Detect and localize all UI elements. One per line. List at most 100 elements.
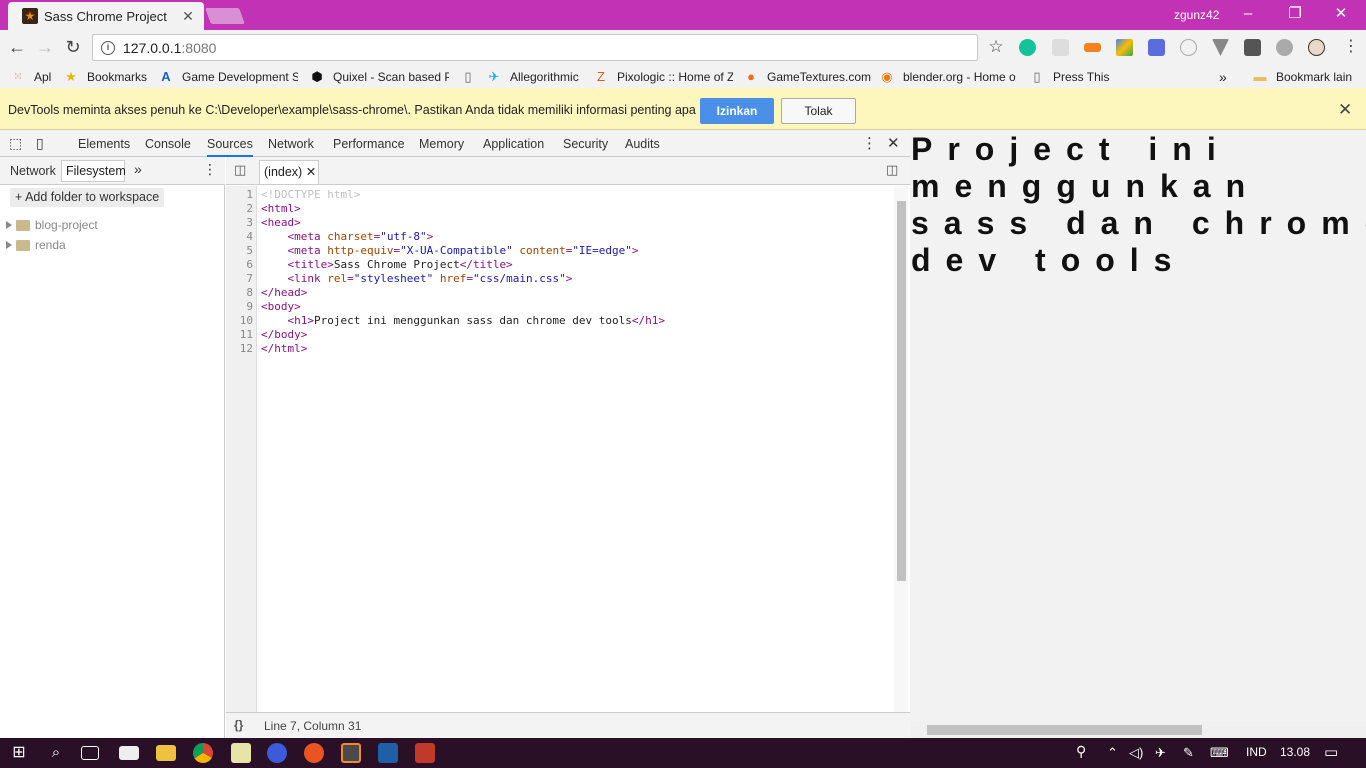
- menu-icon[interactable]: ⋮: [1340, 36, 1362, 58]
- more-tabs-icon[interactable]: »: [134, 161, 142, 177]
- grammarly-icon[interactable]: [1019, 39, 1036, 56]
- extension-icon[interactable]: [1084, 43, 1101, 52]
- folder-item[interactable]: blog-project: [6, 217, 98, 233]
- bookmark-item[interactable]: Z Pixologic :: Home of Z: [593, 68, 733, 86]
- windows-start-icon[interactable]: ⊞: [9, 743, 29, 763]
- bookmark-item[interactable]: ⬢ Quixel - Scan based P: [309, 68, 449, 86]
- more-bookmarks-icon[interactable]: »: [1219, 68, 1235, 86]
- extension-icon[interactable]: [1212, 39, 1229, 56]
- extension-icon[interactable]: [1180, 39, 1197, 56]
- expand-arrow-icon: [6, 221, 12, 229]
- close-infobar-icon[interactable]: ✕: [1338, 100, 1352, 120]
- network-icon[interactable]: ✈: [1155, 745, 1166, 761]
- new-tab-button[interactable]: [205, 8, 245, 24]
- code-line: <body>: [261, 300, 301, 313]
- back-icon[interactable]: ←: [6, 36, 28, 58]
- allow-button[interactable]: Izinkan: [700, 98, 774, 124]
- navigator-tab-bar: Network Filesystem » ⋮: [0, 157, 225, 185]
- tab-sources[interactable]: Sources: [207, 137, 253, 157]
- add-folder-button[interactable]: + Add folder to workspace: [10, 188, 165, 207]
- folder-item[interactable]: renda: [6, 237, 66, 253]
- volume-icon[interactable]: ◁): [1129, 745, 1143, 761]
- line-number: 4: [246, 230, 253, 243]
- tab-performance[interactable]: Performance: [333, 137, 405, 151]
- powershell-icon[interactable]: [378, 743, 398, 763]
- language-indicator[interactable]: IND: [1246, 745, 1267, 759]
- extension-icon[interactable]: [1052, 39, 1069, 56]
- tab-application[interactable]: Application: [483, 137, 544, 151]
- search-icon[interactable]: ⌕: [46, 743, 66, 763]
- profile-name[interactable]: zgunz42: [1174, 8, 1219, 22]
- code-line: <link rel="stylesheet" href="css/main.cs…: [287, 272, 573, 285]
- code-line: </html>: [261, 342, 308, 355]
- bookmark-item[interactable]: A Game Development S: [158, 68, 298, 86]
- extension-icon[interactable]: [1148, 39, 1165, 56]
- notifications-icon[interactable]: ▭: [1324, 743, 1338, 761]
- navigator-menu-icon[interactable]: ⋮: [203, 161, 217, 178]
- close-file-icon[interactable]: ✕: [306, 165, 316, 179]
- navigator-tab-network[interactable]: Network: [10, 164, 56, 178]
- scrollbar-thumb[interactable]: [897, 201, 906, 581]
- bookmark-item[interactable]: ● GameTextures.com: [743, 68, 871, 86]
- bookmark-star-icon[interactable]: ☆: [985, 36, 1007, 58]
- file-explorer-icon[interactable]: [156, 745, 176, 761]
- tray-expand-icon[interactable]: ⌃: [1107, 745, 1118, 761]
- bookmark-folder[interactable]: ▬ Bookmark lain: [1252, 68, 1362, 86]
- allegorithmic-icon: ✈: [488, 69, 500, 84]
- bookmark-item[interactable]: ◉ blender.org - Home o: [879, 68, 1019, 86]
- bookmark-item[interactable]: ▯ Press This: [1029, 68, 1139, 86]
- deny-button[interactable]: Tolak: [781, 98, 856, 124]
- address-bar[interactable]: i 127.0.0.1:8080: [92, 34, 978, 61]
- browser-tab[interactable]: ★ Sass Chrome Project ✕: [8, 2, 204, 30]
- toggle-debugger-icon[interactable]: ◫: [886, 162, 898, 178]
- tab-console[interactable]: Console: [145, 137, 191, 151]
- extension-icon[interactable]: [1244, 39, 1261, 56]
- keyboard-icon[interactable]: ⌨: [1210, 745, 1229, 761]
- navigator-tab-filesystem[interactable]: Filesystem: [61, 160, 126, 182]
- minimize-icon[interactable]: –: [1236, 4, 1260, 24]
- bookmark-item[interactable]: ⁙ Apl: [10, 68, 58, 86]
- sublime-text-icon[interactable]: [341, 743, 361, 763]
- scrollbar-thumb[interactable]: [927, 725, 1202, 735]
- bookmark-item[interactable]: ★ Bookmarks: [63, 68, 149, 86]
- reload-icon[interactable]: ↻: [62, 36, 84, 58]
- line-number: 8: [246, 286, 253, 299]
- extension-icon[interactable]: [1276, 39, 1293, 56]
- bookmark-item[interactable]: ▯: [460, 68, 480, 86]
- code-area[interactable]: <!DOCTYPE html> <html> <head> <meta char…: [261, 188, 665, 356]
- plus-icon: +: [15, 190, 26, 204]
- bookmark-item[interactable]: ✈ Allegorithmic: [486, 68, 586, 86]
- close-window-icon[interactable]: ✕: [1329, 4, 1353, 24]
- tab-elements[interactable]: Elements: [78, 137, 130, 151]
- forward-icon[interactable]: →: [34, 36, 56, 58]
- tab-security[interactable]: Security: [563, 137, 608, 151]
- site-info-icon[interactable]: i: [101, 40, 115, 55]
- close-devtools-icon[interactable]: ✕: [887, 134, 900, 152]
- devtools-menu-icon[interactable]: ⋮: [862, 134, 877, 152]
- device-toolbar-icon[interactable]: ▯: [36, 135, 44, 152]
- extension-icon[interactable]: [1308, 39, 1325, 56]
- tab-close-icon[interactable]: ✕: [178, 8, 198, 25]
- restore-icon[interactable]: ❐: [1283, 4, 1307, 24]
- viewport-scrollbar[interactable]: [911, 721, 1366, 738]
- app-icon[interactable]: [415, 743, 435, 763]
- source-editor: ◫ (index) ✕ ◫ 1 2 3 4 5 6 7 8 9 10 11 12…: [226, 157, 910, 738]
- tab-memory[interactable]: Memory: [419, 137, 464, 151]
- inspect-element-icon[interactable]: ⬚: [9, 135, 22, 152]
- mail-icon[interactable]: [119, 746, 139, 760]
- tab-network[interactable]: Network: [268, 137, 314, 151]
- pretty-print-icon[interactable]: {}: [234, 718, 243, 732]
- pen-icon[interactable]: ✎: [1183, 745, 1194, 761]
- file-tab[interactable]: (index) ✕: [259, 160, 319, 184]
- notepad-icon[interactable]: [231, 743, 251, 763]
- people-icon[interactable]: ⚲: [1076, 743, 1086, 760]
- toggle-navigator-icon[interactable]: ◫: [234, 162, 246, 178]
- task-view-icon[interactable]: [81, 746, 99, 760]
- app-icon[interactable]: [267, 743, 287, 763]
- ubuntu-icon[interactable]: [304, 743, 324, 763]
- clock[interactable]: 13.08: [1280, 745, 1310, 759]
- tab-audits[interactable]: Audits: [625, 137, 660, 151]
- google-drive-icon[interactable]: [1116, 39, 1133, 56]
- editor-scrollbar[interactable]: [894, 186, 908, 712]
- chrome-icon[interactable]: [193, 743, 213, 763]
